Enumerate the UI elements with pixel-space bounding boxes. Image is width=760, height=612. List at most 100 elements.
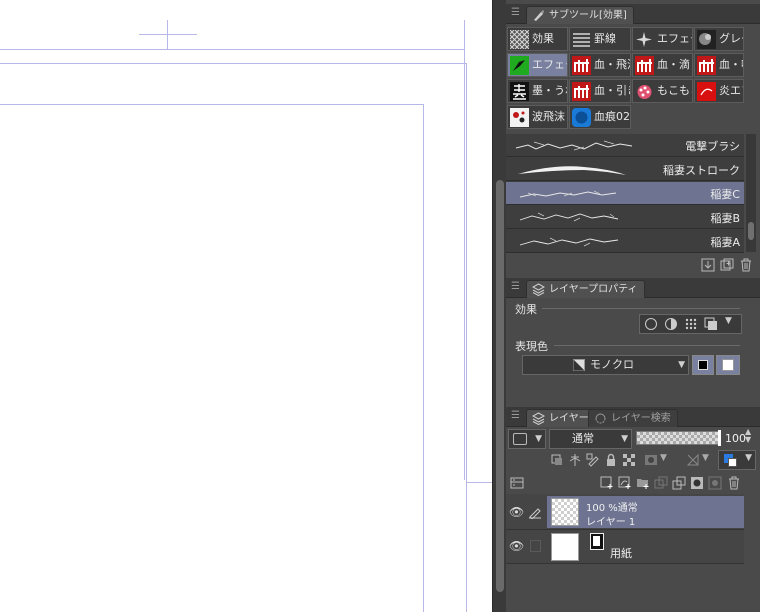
chevron-down-icon[interactable]: ▼ <box>725 316 732 326</box>
subtool-group-ink[interactable]: 墨・うね <box>507 79 568 103</box>
canvas-vertical-scrollbar[interactable] <box>492 0 506 612</box>
panel-menu-icon[interactable]: ☰ <box>511 411 520 421</box>
subtool-group-fluffy[interactable]: もこもこ <box>632 79 693 103</box>
group-label: 血・滴 <box>657 58 690 71</box>
sub-color-swatch[interactable] <box>716 355 740 375</box>
tab-layer-search-label: レイヤー検索 <box>611 413 671 424</box>
expression-color-value: モノクロ <box>590 358 634 371</box>
subtool-panel-titlebar: ☰ サブツール[効果] <box>506 4 760 24</box>
eye-icon[interactable]: 👁 <box>509 539 524 553</box>
new-folder-icon[interactable] <box>636 476 650 490</box>
apply-mask-icon[interactable] <box>708 476 722 490</box>
mask-enable-icon[interactable] <box>644 453 658 467</box>
spin-buttons-icon[interactable]: ▲ ▼ <box>745 428 751 444</box>
chevron-down-icon: ▼ <box>745 453 752 463</box>
divider <box>542 308 740 309</box>
draft-layer-icon[interactable] <box>586 453 600 467</box>
new-vector-layer-icon[interactable] <box>618 476 632 490</box>
layer-mask-icon[interactable] <box>690 476 704 490</box>
group-label: 血・引き <box>594 84 630 97</box>
slider-handle[interactable] <box>718 430 721 446</box>
lock-icon[interactable] <box>604 453 618 467</box>
scrollbar-thumb[interactable] <box>748 222 754 240</box>
pen-edit-icon[interactable] <box>528 505 542 519</box>
subtool-group-effect2[interactable]: エフェク <box>632 27 693 51</box>
trash-icon[interactable] <box>739 258 753 272</box>
duplicate-icon[interactable] <box>720 258 734 272</box>
group-label: 血・噴 <box>719 58 743 71</box>
chevron-down-icon: ▼ <box>621 434 628 444</box>
subtool-group-blood-drag[interactable]: 血・引き <box>569 79 631 103</box>
effect-section-label: 効果 <box>515 303 537 316</box>
fluffy-icon <box>635 82 654 101</box>
monochrome-icon <box>573 359 585 371</box>
brush-icon <box>534 10 544 21</box>
subtool-group-lines[interactable]: 罫線 <box>569 27 631 51</box>
layer-list-icon[interactable] <box>510 476 524 490</box>
layer-color-icon[interactable] <box>704 317 718 331</box>
subtool-group-gray[interactable]: グレー <box>694 27 744 51</box>
import-icon[interactable] <box>701 258 715 272</box>
subtool-group-blood-drip[interactable]: 血・滴 <box>632 53 693 77</box>
subtool-group-blood-splash[interactable]: 血・飛沫 <box>569 53 631 77</box>
trash-icon[interactable] <box>727 476 741 490</box>
ruler-display-icon[interactable] <box>686 453 700 467</box>
guide-line <box>466 63 467 612</box>
blend-mode-select[interactable]: 通常 ▼ <box>549 429 632 449</box>
tab-layer-property[interactable]: レイヤープロパティ <box>526 280 645 298</box>
lock-transparent-icon[interactable] <box>622 453 636 467</box>
subtool-group-bloodstain[interactable]: 血痕02 <box>569 105 631 129</box>
opacity-value[interactable]: 100 <box>725 432 746 445</box>
tab-layer[interactable]: レイヤー <box>526 409 596 427</box>
layer-color-mode-select[interactable]: ▼ <box>508 429 546 449</box>
tab-subtool[interactable]: サブツール[効果] <box>526 6 634 24</box>
brush-item[interactable]: 稲妻A <box>506 230 744 253</box>
panel-menu-icon[interactable]: ☰ <box>511 282 520 292</box>
transfer-down-icon[interactable] <box>654 476 668 490</box>
border-effect-icon[interactable] <box>644 317 658 331</box>
tone-icon[interactable] <box>684 317 698 331</box>
extract-line-icon[interactable] <box>664 317 678 331</box>
group-label: 波飛沫 <box>532 110 565 123</box>
subtool-group-blood-spray[interactable]: 血・噴 <box>694 53 744 77</box>
new-raster-layer-icon[interactable] <box>600 476 614 490</box>
group-label: 炎エフェ <box>719 84 743 97</box>
canvas-area[interactable] <box>0 0 492 612</box>
group-label: 効果 <box>532 32 554 45</box>
clipping-icon[interactable] <box>550 453 564 467</box>
blood-splash-icon <box>572 56 591 75</box>
layer-panel-titlebar: ☰ レイヤー レイヤー検索 <box>506 407 760 427</box>
panel-menu-icon[interactable]: ☰ <box>511 8 520 18</box>
blood-drag-icon <box>572 82 591 101</box>
guide-line <box>466 482 492 483</box>
edit-target-icon[interactable] <box>530 540 541 552</box>
expression-color-select[interactable]: モノクロ ▼ <box>522 355 689 375</box>
main-color-swatch[interactable] <box>692 355 714 375</box>
brush-item-selected[interactable]: 稲妻C <box>506 182 744 205</box>
lines-icon <box>573 33 590 47</box>
chevron-down-icon[interactable]: ▼ <box>702 453 709 463</box>
subtool-group-wave-splash[interactable]: 波飛沫 <box>507 105 568 129</box>
layer-row-paper[interactable]: 👁 用紙 <box>506 530 746 564</box>
brush-item[interactable]: 稲妻B <box>506 206 744 229</box>
chevron-down-icon: ▼ <box>535 434 542 444</box>
scrollbar-thumb[interactable] <box>496 180 504 592</box>
brush-item[interactable]: 稲妻ストローク <box>506 158 744 181</box>
tab-layer-search[interactable]: レイヤー検索 <box>588 409 678 427</box>
opacity-slider[interactable] <box>636 430 721 446</box>
subtool-group-effect-selected[interactable]: エフェク <box>507 53 568 77</box>
merge-down-icon[interactable] <box>672 476 686 490</box>
reference-layer-icon[interactable] <box>568 453 582 467</box>
chevron-down-icon[interactable]: ▼ <box>660 453 667 463</box>
expression-color-label: 表現色 <box>515 340 548 353</box>
brush-list-scrollbar[interactable] <box>746 134 756 252</box>
layer-color-select[interactable]: ▼ <box>718 450 756 470</box>
subtool-group-flame[interactable]: 炎エフェ <box>694 79 744 103</box>
subtool-group-effect[interactable]: 効果 <box>507 27 568 51</box>
layer-row-layer1[interactable]: 👁 100 %通常 レイヤー 1 <box>506 494 746 530</box>
layer-property-panel-titlebar: ☰ レイヤープロパティ <box>506 278 760 298</box>
brush-item[interactable]: 電撃ブラシ <box>506 134 744 157</box>
right-panels: ☰ サブツール[効果] 効果 罫線 エフェク グレー エフェク 血・飛沫 血・滴… <box>506 0 760 612</box>
white-swatch <box>722 359 734 371</box>
eye-icon[interactable]: 👁 <box>509 505 524 519</box>
